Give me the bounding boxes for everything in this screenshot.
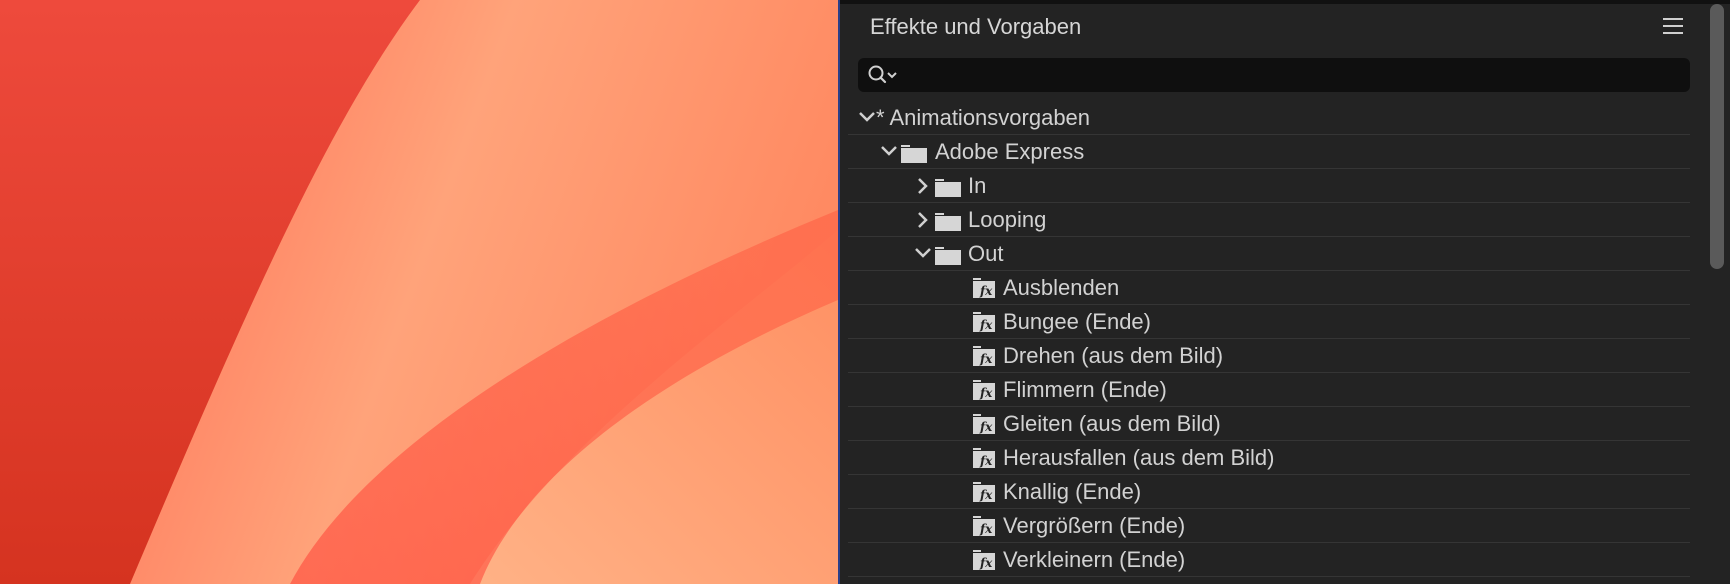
- fx-icon: fx: [973, 414, 995, 434]
- preset-item[interactable]: fx Ausblenden: [848, 271, 1690, 305]
- svg-text:fx: fx: [979, 556, 993, 570]
- chevron-right-icon[interactable]: [916, 169, 934, 202]
- preset-label: Knallig (Ende): [1003, 479, 1142, 504]
- preset-label: Drehen (aus dem Bild): [1003, 343, 1224, 368]
- chevron-down-icon[interactable]: [858, 101, 876, 134]
- preset-item[interactable]: fx Gleiten (aus dem Bild): [848, 407, 1690, 441]
- fx-icon: fx: [973, 312, 995, 332]
- folder-icon: [901, 145, 927, 163]
- preset-tree: * Animationsvorgaben Adobe Express In Lo…: [848, 101, 1690, 577]
- preset-item[interactable]: fx Vergrößern (Ende): [848, 509, 1690, 543]
- svg-text:fx: fx: [979, 522, 993, 536]
- preset-label: Verkleinern (Ende): [1003, 547, 1186, 572]
- preset-item[interactable]: fx Bungee (Ende): [848, 305, 1690, 339]
- svg-text:fx: fx: [979, 454, 993, 468]
- fx-icon: fx: [973, 482, 995, 502]
- search-input[interactable]: [906, 62, 1680, 90]
- chevron-down-icon[interactable]: [880, 135, 898, 168]
- fx-icon: fx: [973, 380, 995, 400]
- fx-icon: fx: [973, 550, 995, 570]
- svg-text:fx: fx: [979, 420, 993, 434]
- svg-text:fx: fx: [979, 386, 993, 400]
- preset-item[interactable]: fx Drehen (aus dem Bild): [848, 339, 1690, 373]
- panel-top-border: [840, 0, 1730, 4]
- panel-title: Effekte und Vorgaben: [870, 14, 1082, 39]
- fx-icon: fx: [973, 516, 995, 536]
- tree-label: Out: [968, 241, 1004, 266]
- vertical-scrollbar[interactable]: [1710, 4, 1724, 269]
- preset-label: Bungee (Ende): [1003, 309, 1151, 334]
- preset-label: Gleiten (aus dem Bild): [1003, 411, 1221, 436]
- svg-text:fx: fx: [979, 318, 993, 332]
- desktop-wallpaper: [0, 0, 838, 584]
- folder-icon: [935, 179, 961, 197]
- search-field[interactable]: [858, 58, 1690, 92]
- preset-label: Flimmern (Ende): [1003, 377, 1167, 402]
- svg-text:fx: fx: [979, 284, 993, 298]
- tree-row-in[interactable]: In: [848, 169, 1690, 203]
- preset-label: Ausblenden: [1003, 275, 1120, 300]
- chevron-down-icon[interactable]: [914, 237, 932, 270]
- preset-item[interactable]: fx Herausfallen (aus dem Bild): [848, 441, 1690, 475]
- fx-icon: fx: [973, 278, 995, 298]
- svg-text:fx: fx: [979, 488, 993, 502]
- tree-label: * Animationsvorgaben: [876, 105, 1091, 130]
- tree-label: Adobe Express: [935, 139, 1085, 164]
- folder-icon: [935, 247, 961, 265]
- chevron-right-icon[interactable]: [916, 203, 934, 236]
- tree-row-out[interactable]: Out: [848, 237, 1690, 271]
- preset-item[interactable]: fx Verkleinern (Ende): [848, 543, 1690, 577]
- tree-label: Looping: [968, 207, 1047, 232]
- search-icon[interactable]: [868, 65, 902, 85]
- tree-label: In: [968, 173, 987, 198]
- svg-text:fx: fx: [979, 352, 993, 366]
- preset-label: Herausfallen (aus dem Bild): [1003, 445, 1275, 470]
- effects-presets-panel: Effekte und Vorgaben * Animationsvorgabe…: [840, 0, 1730, 584]
- tree-row-animationsvorgaben[interactable]: * Animationsvorgaben: [848, 101, 1690, 135]
- tree-row-adobe-express[interactable]: Adobe Express: [848, 135, 1690, 169]
- preset-label: Vergrößern (Ende): [1003, 513, 1186, 538]
- hamburger-icon[interactable]: [1663, 18, 1683, 36]
- preset-item[interactable]: fx Knallig (Ende): [848, 475, 1690, 509]
- fx-icon: fx: [973, 448, 995, 468]
- fx-icon: fx: [973, 346, 995, 366]
- folder-icon: [935, 213, 961, 231]
- tree-row-looping[interactable]: Looping: [848, 203, 1690, 237]
- preset-item[interactable]: fx Flimmern (Ende): [848, 373, 1690, 407]
